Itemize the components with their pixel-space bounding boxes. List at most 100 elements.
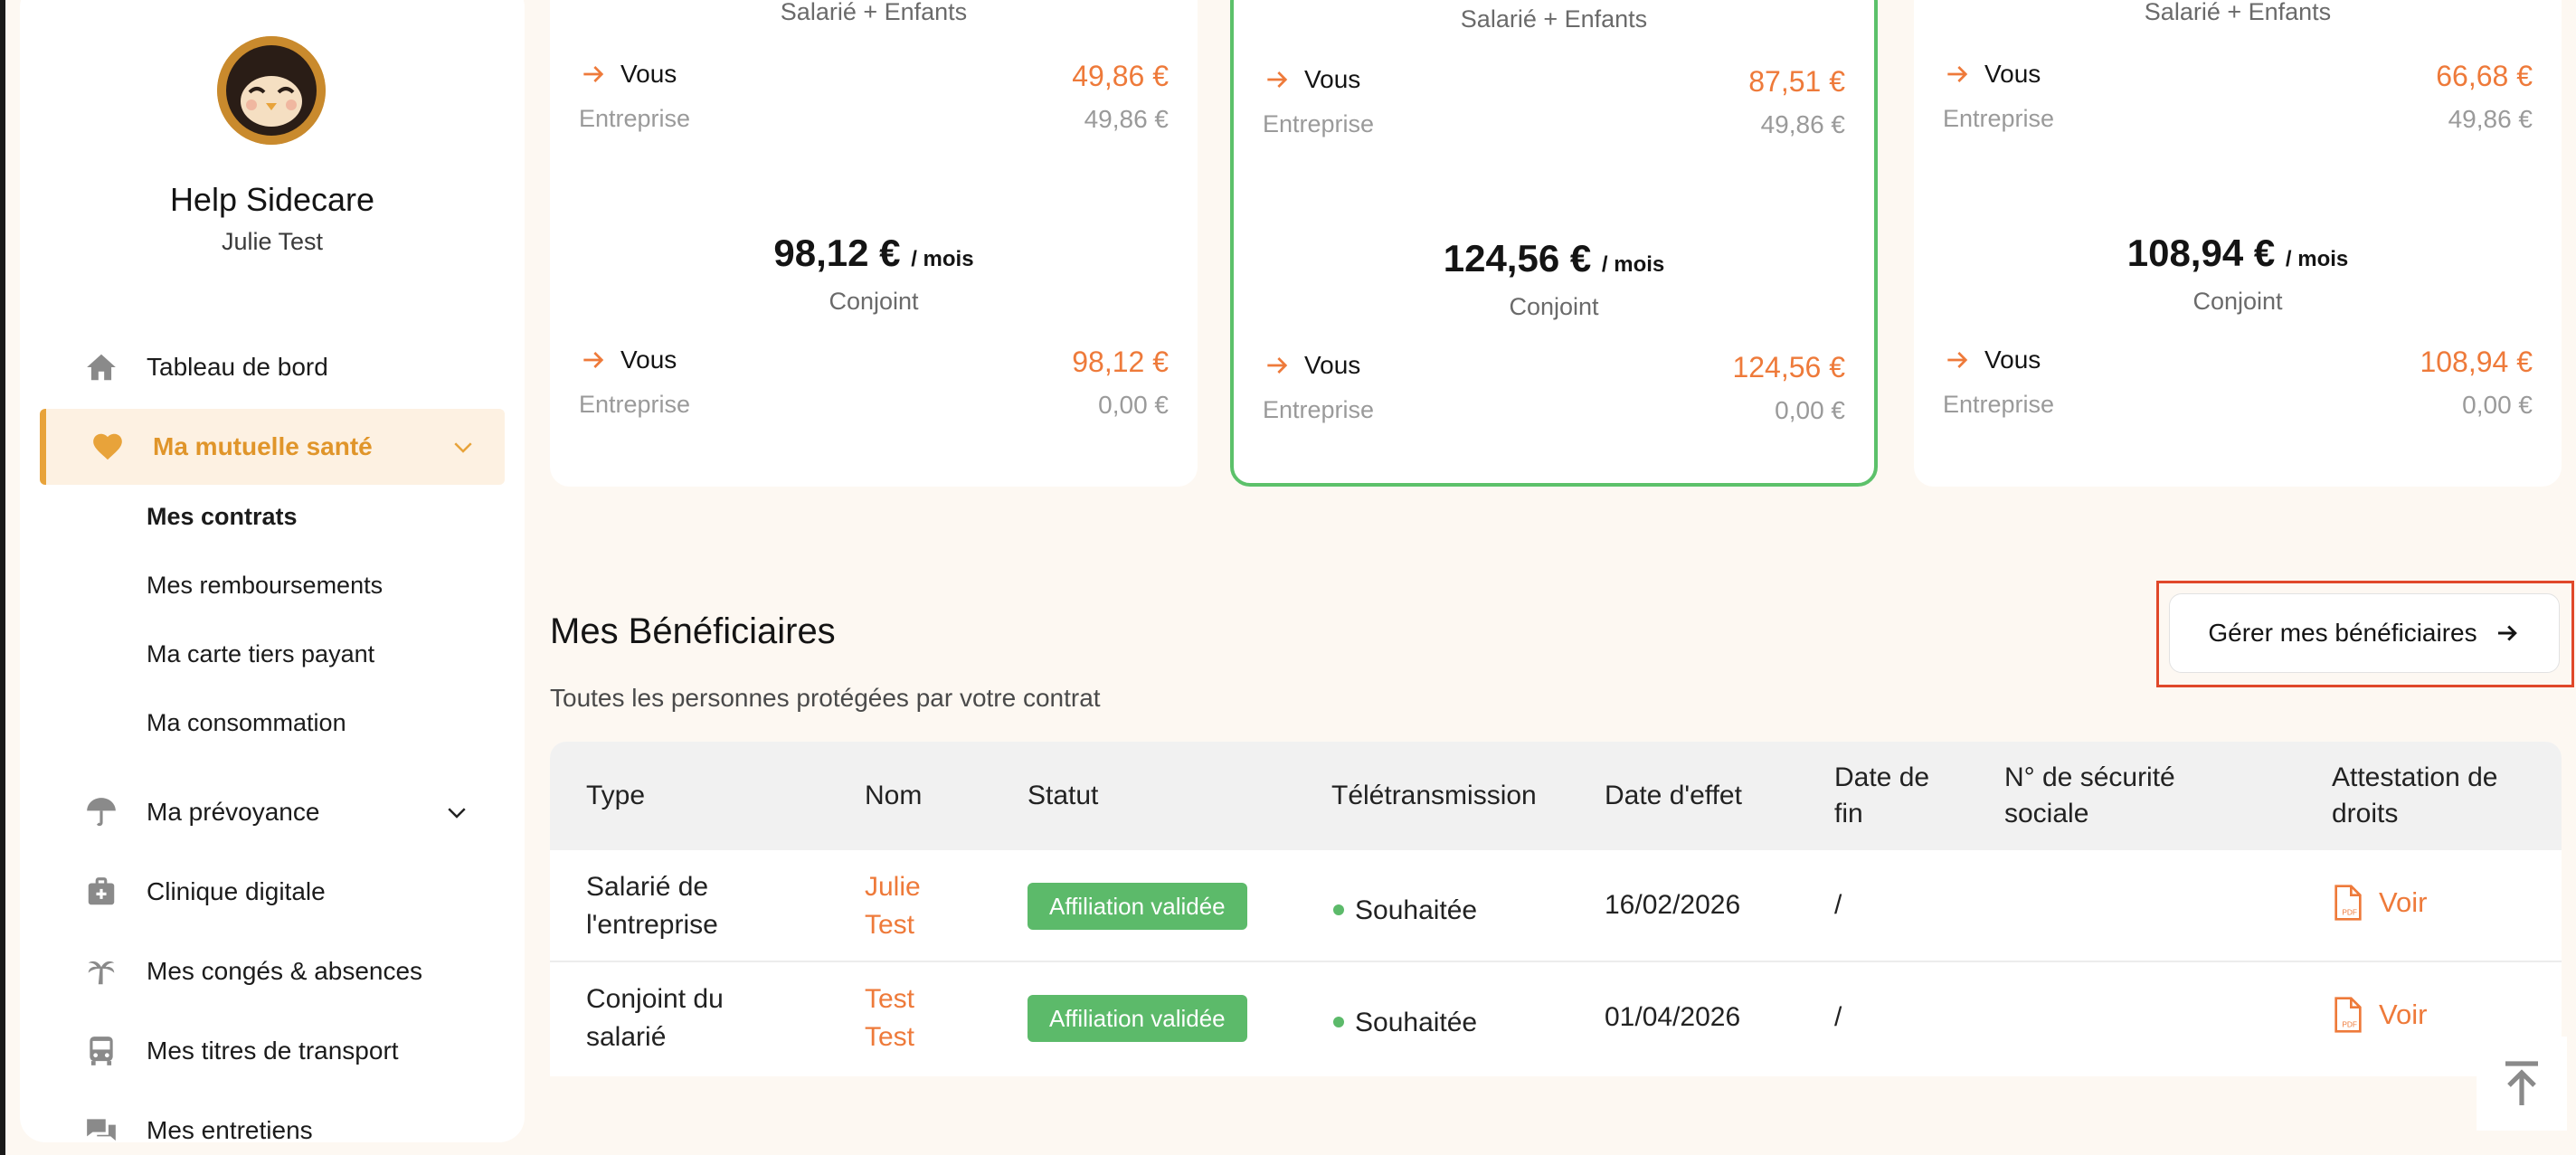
- plan-row-vous: Vous 98,12 €: [579, 346, 1169, 382]
- plan-row-entreprise: Entreprise 0,00 €: [579, 391, 1169, 427]
- vous-amount: 98,12 €: [1072, 346, 1169, 378]
- medical-kit-icon: [83, 874, 119, 910]
- cell-type: Conjoint du salarié: [586, 984, 724, 1052]
- manage-beneficiaries-button[interactable]: Gérer mes bénéficiaires: [2169, 593, 2560, 673]
- plan-row-vous: Vous 49,86 €: [579, 60, 1169, 96]
- section-title: Mes Bénéficiaires: [550, 611, 836, 651]
- nav-label: Mes titres de transport: [147, 1037, 399, 1065]
- plan-row-vous: Vous 124,56 €: [1263, 351, 1845, 387]
- nav-mes-titres-de-transport[interactable]: Mes titres de transport: [20, 1013, 505, 1089]
- plan-row-vous: Vous 87,51 €: [1263, 65, 1845, 101]
- chat-bubbles-icon: [83, 1112, 119, 1149]
- attestation-link[interactable]: PDF Voir: [2332, 997, 2427, 1033]
- nav-ma-mutuelle-sante[interactable]: Ma mutuelle santé: [40, 409, 505, 485]
- arrow-right-icon: [579, 346, 608, 374]
- status-badge: Affiliation validée: [1028, 883, 1247, 930]
- plan-total: 98,12 € / mois: [550, 232, 1198, 275]
- chevron-down-icon: [450, 433, 477, 460]
- plan-card[interactable]: Salarié + Enfants Vous 49,86 € Entrepris…: [550, 0, 1198, 487]
- plan-head: Salarié + Enfants: [2144, 0, 2332, 25]
- plan-row-entreprise: Entreprise 0,00 €: [1943, 391, 2533, 427]
- nav-label: Mes congés & absences: [147, 957, 423, 985]
- entreprise-amount: 49,86 €: [1760, 110, 1845, 138]
- palm-tree-icon: [83, 953, 119, 989]
- sidebar: Help Sidecare Julie Test Tableau de bord…: [20, 0, 525, 1144]
- entreprise-label: Entreprise: [1263, 396, 1375, 423]
- column-header: Type: [586, 781, 646, 810]
- arrow-right-icon: [579, 60, 608, 89]
- cell-nom[interactable]: Test Test: [865, 980, 946, 1056]
- column-header: Date de fin: [1834, 762, 1930, 828]
- entreprise-amount: 0,00 €: [1775, 396, 1845, 424]
- vous-amount: 124,56 €: [1732, 351, 1845, 383]
- plan-row-entreprise: Entreprise 49,86 €: [1943, 105, 2533, 141]
- arrow-right-icon: [1263, 351, 1292, 380]
- status-dot: [1333, 1017, 1344, 1027]
- nav-mes-conges-absences[interactable]: Mes congés & absences: [20, 933, 505, 1009]
- cell-nom[interactable]: Julie Test: [865, 868, 946, 944]
- plan-card-selected[interactable]: Salarié + Enfants Vous 87,51 € Entrepris…: [1230, 0, 1878, 487]
- status-dot: [1333, 904, 1344, 915]
- column-header: Télétransmission: [1331, 781, 1537, 810]
- plan-total-period: / mois: [1601, 252, 1665, 277]
- entreprise-amount: 0,00 €: [2462, 391, 2533, 419]
- column-header: Statut: [1028, 781, 1099, 810]
- entreprise-amount: 49,86 €: [2448, 105, 2533, 133]
- nav-mes-entretiens[interactable]: Mes entretiens: [20, 1093, 505, 1155]
- umbrella-icon: [83, 794, 119, 830]
- vous-amount: 108,94 €: [2420, 346, 2533, 378]
- entreprise-label: Entreprise: [579, 105, 691, 132]
- scroll-to-top-button[interactable]: [2477, 1037, 2567, 1131]
- entreprise-amount: 0,00 €: [1098, 391, 1169, 419]
- sub-item-mes-contrats[interactable]: Mes contrats: [147, 503, 298, 531]
- plan-subject: Conjoint: [1509, 293, 1599, 320]
- column-header: Date d'effet: [1605, 781, 1742, 810]
- plan-total: 108,94 € / mois: [1914, 232, 2562, 275]
- plan-total: 124,56 € / mois: [1234, 237, 1874, 280]
- plan-total-amount: 124,56 €: [1443, 237, 1592, 279]
- column-header: N° de sécurité sociale: [2004, 762, 2175, 828]
- pdf-file-icon: PDF: [2334, 997, 2362, 1033]
- arrow-right-icon: [2497, 625, 2517, 641]
- vous-label: Vous: [1304, 351, 1361, 379]
- vous-label: Vous: [1304, 65, 1361, 93]
- vous-amount: 49,86 €: [1072, 60, 1169, 92]
- nav-label: Mes entretiens: [147, 1116, 313, 1144]
- table-row: Salarié de l'entreprise Julie Test Affil…: [550, 850, 2562, 962]
- nav-label: Clinique digitale: [147, 877, 326, 905]
- nav-tableau-de-bord[interactable]: Tableau de bord: [20, 329, 505, 405]
- table-header: Type Nom Statut Télétransmission Date d'…: [550, 742, 2562, 850]
- sub-item-ma-consommation[interactable]: Ma consommation: [147, 709, 346, 737]
- nav-clinique-digitale[interactable]: Clinique digitale: [20, 854, 505, 930]
- plan-head: Salarié + Enfants: [780, 0, 968, 25]
- cell-date-fin: /: [1834, 890, 1842, 920]
- plan-total-amount: 108,94 €: [2126, 232, 2276, 274]
- nav-label: Ma mutuelle santé: [153, 432, 373, 460]
- table-row: Conjoint du salarié Test Test Affiliatio…: [550, 962, 2562, 1075]
- vous-amount: 66,68 €: [2436, 60, 2533, 92]
- window-edge: [0, 0, 5, 1155]
- section-subtitle: Toutes les personnes protégées par votre…: [550, 684, 1101, 712]
- plan-total-period: / mois: [2285, 247, 2349, 271]
- svg-text:PDF: PDF: [2342, 907, 2357, 916]
- sub-item-mes-remboursements[interactable]: Mes remboursements: [147, 572, 383, 600]
- plan-row-entreprise: Entreprise 49,86 €: [579, 105, 1169, 141]
- nav-ma-prevoyance[interactable]: Ma prévoyance: [20, 774, 505, 850]
- arrow-right-icon: [1943, 60, 1972, 89]
- svg-text:PDF: PDF: [2342, 1019, 2357, 1028]
- avatar: [217, 36, 326, 145]
- column-header: Attestation de droits: [2332, 762, 2498, 828]
- nav-label: Tableau de bord: [147, 353, 328, 381]
- cell-teletransmission: Souhaitée: [1355, 1008, 1478, 1037]
- plan-row-entreprise: Entreprise 49,86 €: [1263, 110, 1845, 147]
- vous-label: Vous: [620, 346, 677, 374]
- attestation-link[interactable]: PDF Voir: [2332, 885, 2427, 921]
- cell-teletransmission: Souhaitée: [1355, 895, 1478, 925]
- plan-row-vous: Vous 108,94 €: [1943, 346, 2533, 382]
- pdf-file-icon: PDF: [2334, 885, 2362, 921]
- plan-card[interactable]: Salarié + Enfants Vous 66,68 € Entrepris…: [1914, 0, 2562, 487]
- sub-item-ma-carte-tiers-payant[interactable]: Ma carte tiers payant: [147, 640, 374, 668]
- attestation-label: Voir: [2379, 999, 2428, 1030]
- attestation-label: Voir: [2379, 886, 2428, 918]
- cell-type: Salarié de l'entreprise: [586, 872, 718, 940]
